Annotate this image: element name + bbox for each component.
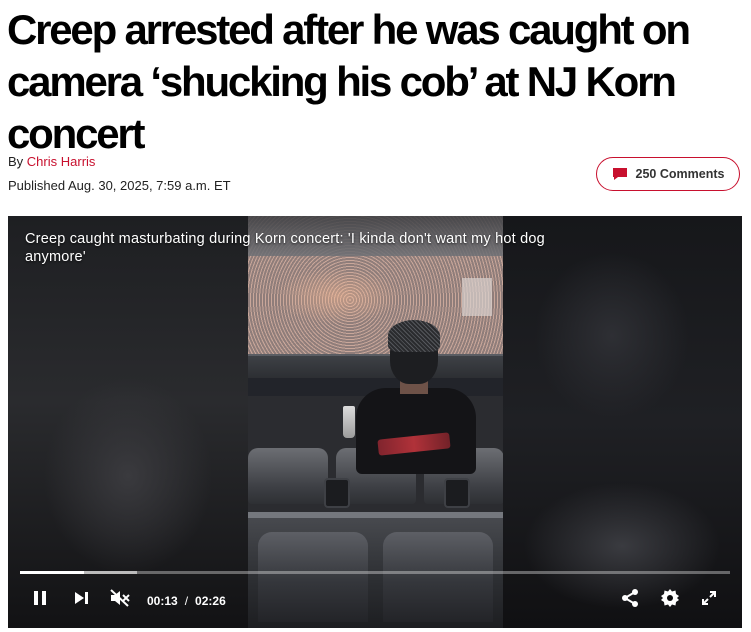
byline: By Chris Harris <box>8 154 95 169</box>
time-separator: / <box>184 594 189 608</box>
comments-count: 250 Comments <box>635 167 725 181</box>
published-date: Published Aug. 30, 2025, 7:59 a.m. ET <box>8 178 231 193</box>
person-cap <box>388 320 440 352</box>
video-player[interactable]: Creep caught masturbating during Korn co… <box>8 216 742 628</box>
share-button[interactable] <box>618 588 642 612</box>
person-torso <box>356 388 476 474</box>
author-link[interactable]: Chris Harris <box>27 154 96 169</box>
seat-rail <box>248 512 503 518</box>
comments-button[interactable]: 250 Comments <box>596 157 740 191</box>
balcony-rail <box>248 354 503 380</box>
progress-played <box>20 571 84 574</box>
article-headline: Creep arrested after he was caught on ca… <box>7 6 691 157</box>
settings-button[interactable] <box>658 588 682 612</box>
mute-button[interactable] <box>108 588 132 612</box>
video-title: Creep caught masturbating during Korn co… <box>25 231 545 265</box>
video-frame[interactable] <box>248 216 503 628</box>
progress-bar[interactable] <box>20 571 730 574</box>
comment-bubble-icon <box>612 167 628 181</box>
share-icon <box>620 588 640 613</box>
time-display: 00:13 / 02:26 <box>147 594 226 608</box>
gear-icon <box>660 588 680 613</box>
video-blur-right <box>502 216 742 628</box>
byline-prefix: By <box>8 154 24 169</box>
cup-holder <box>324 478 350 508</box>
pause-button[interactable] <box>30 588 50 612</box>
skip-next-button[interactable] <box>70 588 92 612</box>
drink-cup <box>343 406 355 438</box>
seat-row-back <box>248 512 503 628</box>
video-blur-left <box>8 216 248 628</box>
volume-muted-icon <box>109 588 131 613</box>
pause-icon <box>32 589 48 612</box>
current-time: 00:13 <box>147 594 178 608</box>
skip-next-icon <box>72 589 90 612</box>
fullscreen-button[interactable] <box>698 588 720 612</box>
cup-holder <box>444 478 470 508</box>
stage-screen <box>462 278 492 316</box>
fullscreen-icon <box>700 589 718 612</box>
duration: 02:26 <box>195 594 226 608</box>
